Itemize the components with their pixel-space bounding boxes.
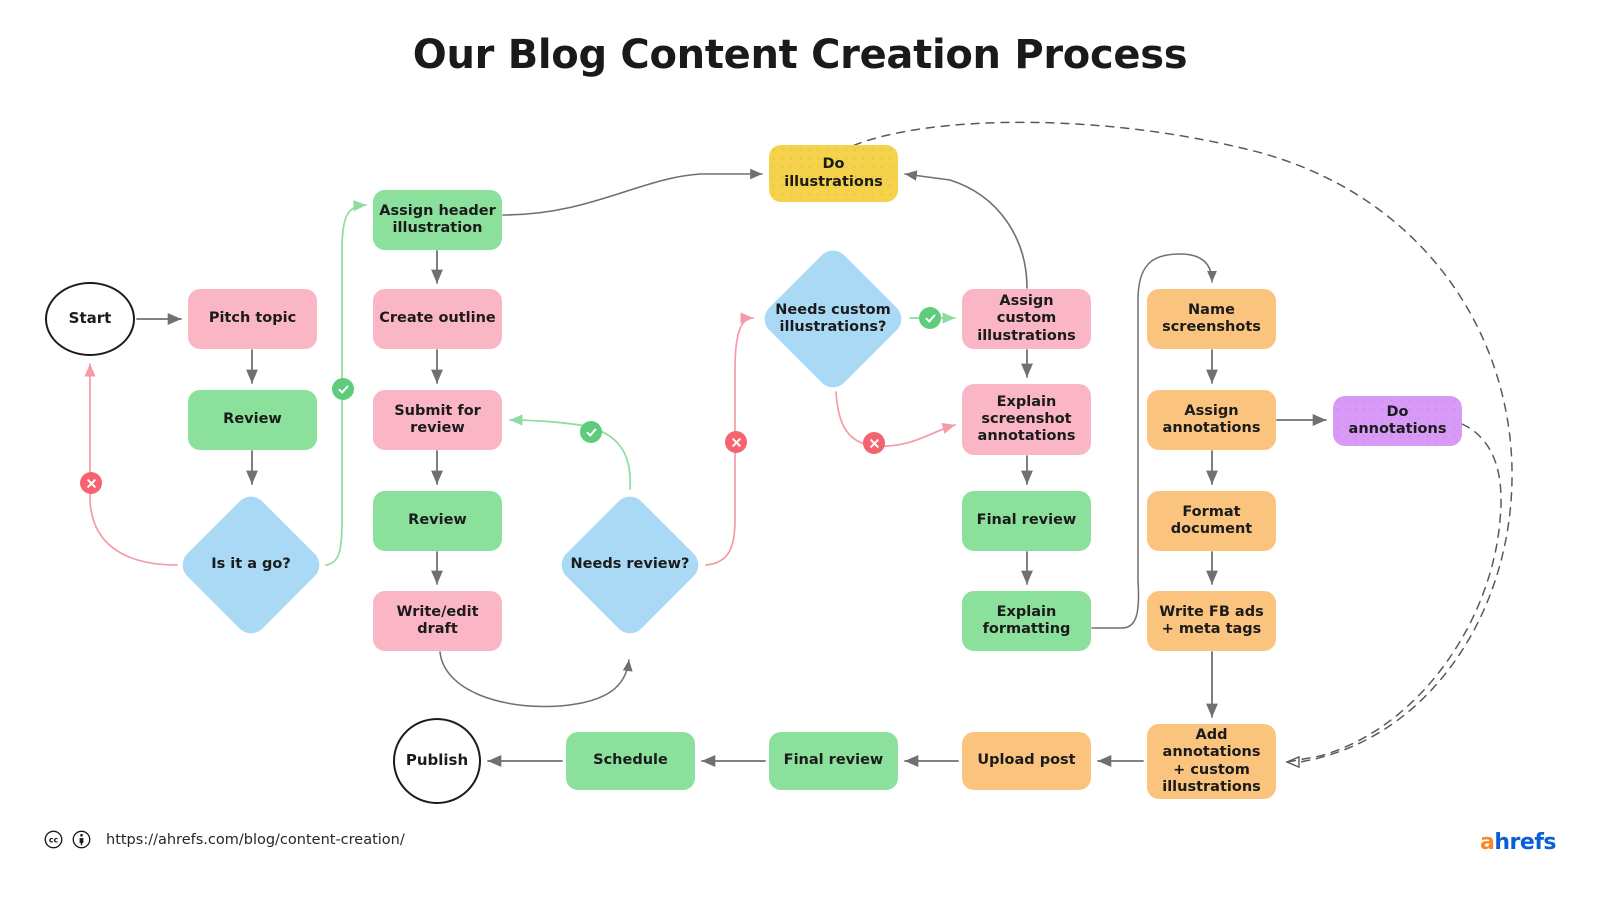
process-node-explain-screenshot[interactable]: Explain screenshot annotations — [962, 384, 1091, 455]
process-node-assign-annotations[interactable]: Assign annotations — [1147, 390, 1276, 450]
yes-badge-icon — [332, 378, 354, 400]
process-node-submit-review[interactable]: Submit for review — [373, 390, 502, 450]
process-node-assign-header[interactable]: Assign header illustration — [373, 190, 502, 250]
brand-text: hrefs — [1494, 830, 1556, 855]
process-node-explain-formatting[interactable]: Explain formatting — [962, 591, 1091, 651]
process-node-do-annotations[interactable]: Do annotations — [1333, 396, 1462, 446]
edge-doannotations-to-addannotations — [1286, 423, 1502, 763]
process-node-pitch-topic[interactable]: Pitch topic — [188, 289, 317, 349]
process-node-name-screenshots[interactable]: Name screenshots — [1147, 289, 1276, 349]
process-node-write-fb-ads[interactable]: Write FB ads + meta tags — [1147, 591, 1276, 651]
no-badge-icon — [80, 472, 102, 494]
ahrefs-logo: ahrefs — [1480, 830, 1556, 855]
edge-needsreview-yes-to-submit — [509, 414, 632, 490]
source-url: https://ahrefs.com/blog/content-creation… — [106, 831, 405, 848]
process-node-final-review-1[interactable]: Final review — [962, 491, 1091, 551]
svg-text:cc: cc — [49, 836, 59, 845]
edge-assigncustom-to-doillustrations — [904, 170, 1028, 289]
process-node-write-edit-draft[interactable]: Write/edit draft — [373, 591, 502, 651]
decision-node-needs-custom[interactable]: Needs custom illustrations? — [758, 244, 908, 394]
yes-badge-icon — [919, 307, 941, 329]
edge-assignheader-to-doillustrations — [502, 168, 763, 216]
attribution-icon — [72, 830, 91, 849]
process-node-do-illustrations[interactable]: Do illustrations — [769, 145, 898, 202]
node-label: Is it a go? — [211, 556, 291, 573]
node-label: Needs custom illustrations? — [775, 301, 891, 335]
process-node-review-2[interactable]: Review — [373, 491, 502, 551]
process-node-format-document[interactable]: Format document — [1147, 491, 1276, 551]
process-node-add-annotations[interactable]: Add annotations + custom illustrations — [1147, 724, 1276, 799]
brand-letter-a: a — [1480, 830, 1495, 855]
process-node-schedule[interactable]: Schedule — [566, 732, 695, 790]
footer-attribution: cc https://ahrefs.com/blog/content-creat… — [44, 830, 405, 849]
process-node-create-outline[interactable]: Create outline — [373, 289, 502, 349]
no-badge-icon — [725, 431, 747, 453]
process-node-upload-post[interactable]: Upload post — [962, 732, 1091, 790]
flowchart-canvas: Our Blog Content Creation Process Start … — [0, 0, 1600, 912]
process-node-final-review-2[interactable]: Final review — [769, 732, 898, 790]
edge-writeedit-to-needsreview — [439, 651, 633, 708]
process-node-review-1[interactable]: Review — [188, 390, 317, 450]
terminal-node-publish[interactable]: Publish — [393, 718, 481, 804]
node-label: Needs review? — [570, 556, 690, 573]
decision-node-needs-review[interactable]: Needs review? — [555, 490, 705, 640]
process-node-assign-custom[interactable]: Assign custom illustrations — [962, 289, 1091, 349]
decision-node-is-it-a-go[interactable]: Is it a go? — [176, 490, 326, 640]
creative-commons-icon: cc — [44, 830, 63, 849]
edge-needscustom-no-to-explainscreenshot — [835, 391, 956, 447]
edge-isitago-no-to-start — [84, 363, 178, 566]
terminal-node-start[interactable]: Start — [45, 282, 135, 356]
no-badge-icon — [863, 432, 885, 454]
yes-badge-icon — [580, 421, 602, 443]
